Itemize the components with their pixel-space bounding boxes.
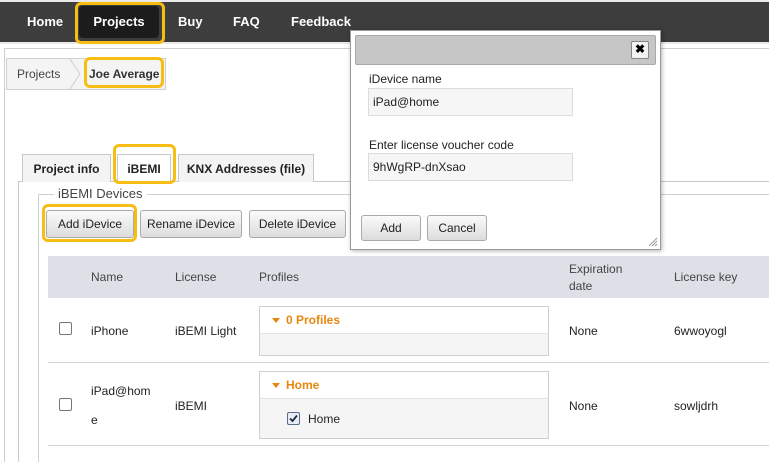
idevice-name-label: iDevice name bbox=[369, 72, 442, 86]
col-expiration-line1: Expiration bbox=[569, 262, 623, 276]
voucher-code-input[interactable]: 9hWgRP-dnXsao bbox=[368, 153, 573, 181]
profiles-header[interactable]: Home bbox=[260, 372, 548, 399]
profiles-header-label: 0 Profiles bbox=[286, 313, 341, 327]
profile-item-label: Home bbox=[308, 412, 341, 426]
nav-buy[interactable]: Buy bbox=[178, 2, 203, 42]
row-name-line2: e bbox=[91, 413, 98, 427]
check-icon bbox=[289, 414, 298, 423]
tab-knx-addresses[interactable]: KNX Addresses (file) bbox=[178, 154, 314, 182]
row-license: iBEMI Light bbox=[175, 324, 237, 338]
dialog-add-button[interactable]: Add bbox=[361, 215, 421, 241]
row-expiration: None bbox=[569, 324, 598, 338]
breadcrumb-current[interactable]: Joe Average bbox=[89, 59, 159, 89]
row-license: iBEMI bbox=[175, 399, 208, 413]
row-checkbox[interactable] bbox=[59, 322, 72, 335]
idevice-name-input[interactable]: iPad@home bbox=[368, 88, 573, 116]
nav-feedback[interactable]: Feedback bbox=[291, 2, 351, 42]
tab-ibemi[interactable]: iBEMI bbox=[117, 154, 171, 183]
breadcrumb-projects[interactable]: Projects bbox=[17, 59, 60, 89]
col-expiration-line2: date bbox=[569, 279, 593, 293]
nav-home[interactable]: Home bbox=[27, 2, 63, 42]
add-idevice-dialog: ✖ iDevice name iPad@home Enter license v… bbox=[350, 30, 661, 250]
breadcrumb-separator-icon bbox=[69, 59, 81, 89]
fieldset-legend: iBEMI Devices bbox=[54, 186, 147, 201]
nav-projects[interactable]: Projects bbox=[79, 6, 159, 38]
close-icon[interactable]: ✖ bbox=[631, 41, 649, 59]
col-profiles: Profiles bbox=[259, 270, 300, 284]
voucher-code-label: Enter license voucher code bbox=[369, 138, 514, 152]
profiles-header-label: Home bbox=[286, 378, 320, 392]
breadcrumb: Projects Joe Average bbox=[6, 58, 166, 90]
table-row: iPhone iBEMI Light 0 Profiles None 6wwoy… bbox=[48, 298, 769, 363]
profile-checkbox[interactable] bbox=[287, 412, 300, 425]
tab-project-info[interactable]: Project info bbox=[22, 154, 111, 182]
table-header: Name License Profiles Expiration date Li… bbox=[48, 256, 769, 298]
profiles-box: Home Home bbox=[259, 371, 549, 439]
dialog-cancel-button[interactable]: Cancel bbox=[427, 215, 487, 241]
expand-triangle-icon bbox=[272, 383, 280, 388]
dialog-titlebar[interactable]: ✖ bbox=[355, 35, 656, 65]
row-license-key: sowljdrh bbox=[674, 399, 719, 413]
col-license: License bbox=[175, 270, 217, 284]
col-license-key: License key bbox=[674, 270, 738, 284]
row-name-line1: iPad@hom bbox=[91, 384, 151, 398]
nav-faq[interactable]: FAQ bbox=[233, 2, 260, 42]
row-name: iPhone bbox=[91, 324, 129, 338]
profiles-box: 0 Profiles bbox=[259, 306, 549, 356]
col-name: Name bbox=[91, 270, 124, 284]
table-row: iPad@hom e iBEMI Home Home None sowljdrh bbox=[48, 363, 769, 446]
expand-triangle-icon bbox=[272, 318, 280, 323]
row-license-key: 6wwoyogl bbox=[674, 324, 727, 338]
resize-handle-icon[interactable] bbox=[648, 237, 658, 247]
profiles-header[interactable]: 0 Profiles bbox=[260, 307, 548, 334]
add-idevice-button[interactable]: Add iDevice bbox=[46, 210, 134, 238]
row-checkbox[interactable] bbox=[59, 398, 72, 411]
row-expiration: None bbox=[569, 399, 598, 413]
rename-idevice-button[interactable]: Rename iDevice bbox=[140, 210, 242, 238]
delete-idevice-button[interactable]: Delete iDevice bbox=[249, 210, 346, 238]
